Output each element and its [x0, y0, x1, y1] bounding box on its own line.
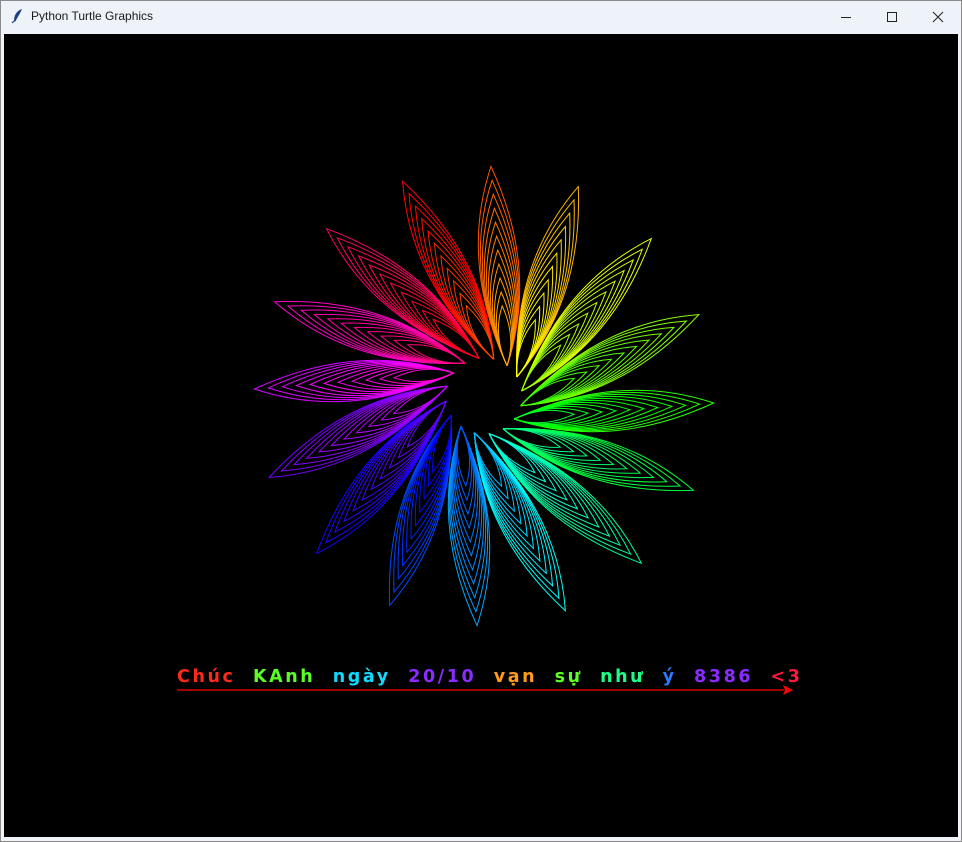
close-icon: [932, 11, 944, 22]
greeting-word: như: [600, 667, 646, 687]
greeting-word: 20/10: [408, 667, 477, 687]
greeting-word: sự: [554, 667, 583, 687]
greeting-space: [753, 667, 770, 687]
turtle-window: Python Turtle Graphics Chúc KAnh ngày 20…: [0, 0, 962, 842]
underline-arrow: [177, 685, 793, 695]
minimize-button[interactable]: [823, 1, 869, 32]
greeting-word: ngày: [332, 667, 391, 687]
greeting-word: Chúc: [177, 667, 236, 687]
greeting-text: Chúc KAnh ngày 20/10 vạn sự như ý 8386 <…: [177, 667, 803, 691]
feather-icon: [11, 9, 22, 24]
close-button[interactable]: [915, 1, 961, 32]
greeting-word: 8386: [694, 667, 754, 687]
greeting-word: ý: [662, 667, 677, 687]
greeting-space: [677, 667, 694, 687]
greeting-word: vạn: [493, 667, 538, 687]
turtle-canvas[interactable]: Chúc KAnh ngày 20/10 vạn sự như ý 8386 <…: [4, 34, 958, 837]
maximize-button[interactable]: [869, 1, 915, 32]
maximize-icon: [887, 11, 897, 22]
greeting-space: [391, 667, 408, 687]
greeting-word: <3: [770, 667, 803, 687]
greeting-space: [236, 667, 253, 687]
greeting-space: [476, 667, 493, 687]
window-title: Python Turtle Graphics: [31, 9, 154, 23]
greeting-word: KAnh: [252, 667, 316, 687]
greeting-space: [583, 667, 600, 687]
title-bar[interactable]: Python Turtle Graphics: [1, 1, 961, 32]
greeting-space: [645, 667, 662, 687]
minimize-icon: [841, 16, 851, 18]
greeting-space: [537, 667, 554, 687]
greeting-space: [315, 667, 332, 687]
